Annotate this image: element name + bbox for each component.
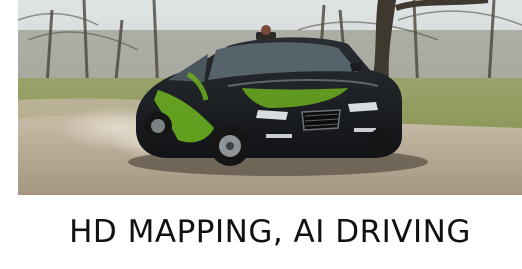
caption-title: HD MAPPING, AI DRIVING [69,214,471,250]
media-card: HD MAPPING, AI DRIVING [0,0,522,269]
car-scene-illustration [18,0,522,195]
car-photo [18,0,522,195]
